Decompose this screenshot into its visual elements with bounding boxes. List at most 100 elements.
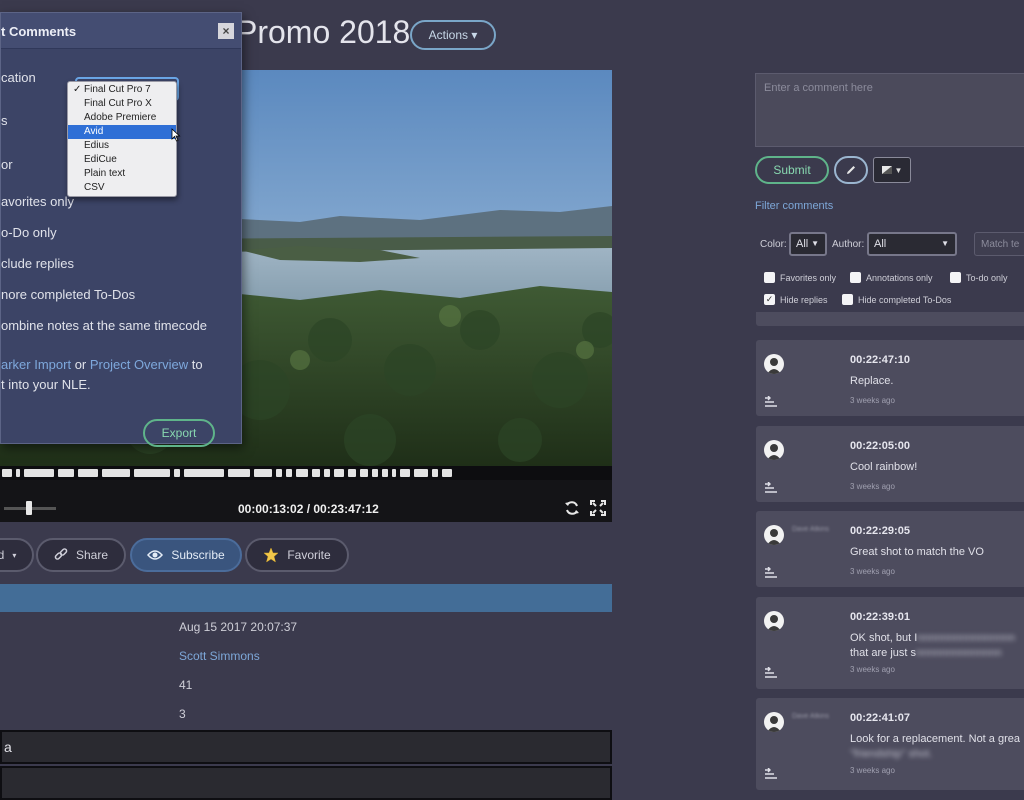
favorites-only-checkbox[interactable] bbox=[764, 272, 775, 283]
format-option-selected[interactable]: Avid bbox=[68, 125, 176, 139]
comment-timecode[interactable]: 00:22:05:00 bbox=[850, 440, 910, 452]
eye-icon bbox=[147, 550, 164, 560]
comment-marker[interactable] bbox=[324, 469, 330, 477]
comment-marker-strip[interactable] bbox=[0, 466, 612, 480]
favorite-button[interactable]: Favorite bbox=[245, 538, 349, 572]
reply-icon[interactable] bbox=[764, 768, 778, 780]
option-combine-notes[interactable]: ombine notes at the same timecode bbox=[1, 318, 207, 333]
help-text: arker Import or Project Overview to bbox=[1, 357, 203, 372]
comment-card[interactable]: 00:22:39:01 OK shot, but Innnnnnnnnnnnnn… bbox=[756, 597, 1024, 689]
comment-timecode[interactable]: 00:22:47:10 bbox=[850, 354, 910, 366]
comment-marker[interactable] bbox=[58, 469, 74, 477]
comment-marker[interactable] bbox=[296, 469, 308, 477]
format-option[interactable]: Plain text bbox=[68, 167, 176, 181]
hide-completed-checkbox[interactable] bbox=[842, 294, 853, 305]
export-button[interactable]: Export bbox=[143, 419, 215, 447]
comment-marker[interactable] bbox=[400, 469, 410, 477]
comment-age: 3 weeks ago bbox=[850, 396, 895, 405]
star-icon bbox=[263, 547, 279, 563]
option-todo-only[interactable]: o-Do only bbox=[1, 225, 57, 240]
comment-card[interactable]: 00:22:47:10 Replace. 3 weeks ago bbox=[756, 340, 1024, 416]
detail-count-1: 41 bbox=[179, 678, 193, 692]
actions-button[interactable]: Actions ▾ bbox=[410, 20, 496, 50]
option-favorites-only[interactable]: avorites only bbox=[1, 194, 74, 209]
pencil-icon bbox=[847, 166, 855, 174]
dialog-title: t Comments bbox=[1, 24, 77, 39]
comment-marker[interactable] bbox=[372, 469, 378, 477]
comment-text: Great shot to match the VO bbox=[850, 546, 984, 558]
comment-card[interactable]: 00:22:05:00 Cool rainbow! 3 weeks ago bbox=[756, 426, 1024, 502]
close-icon[interactable]: × bbox=[218, 23, 234, 39]
comment-marker[interactable] bbox=[334, 469, 344, 477]
comment-marker[interactable] bbox=[254, 469, 272, 477]
subscribe-label: Subscribe bbox=[171, 548, 225, 562]
comment-card[interactable]: Dave Atkins 00:22:29:05 Great shot to ma… bbox=[756, 511, 1024, 587]
author-filter-select[interactable]: All ▼ bbox=[867, 232, 957, 256]
filter-comments-link[interactable]: Filter comments bbox=[755, 200, 833, 212]
submit-button[interactable]: Submit bbox=[755, 156, 829, 184]
reply-icon[interactable] bbox=[764, 667, 778, 679]
comment-timecode[interactable]: 00:22:39:01 bbox=[850, 611, 910, 623]
dialog-label-2: s bbox=[1, 113, 8, 128]
reply-icon[interactable] bbox=[764, 396, 778, 408]
format-option[interactable]: Final Cut Pro X bbox=[68, 97, 176, 111]
annotate-button[interactable] bbox=[834, 156, 868, 184]
comment-marker[interactable] bbox=[102, 469, 130, 477]
fullscreen-icon[interactable] bbox=[590, 500, 606, 516]
project-overview-link[interactable]: Project Overview bbox=[90, 357, 188, 372]
comment-input[interactable]: Enter a comment here bbox=[755, 73, 1024, 147]
comment-marker[interactable] bbox=[392, 469, 396, 477]
comment-card[interactable]: Dave Atkins 00:22:41:07 Look for a repla… bbox=[756, 698, 1024, 790]
comment-marker[interactable] bbox=[360, 469, 368, 477]
comment-marker[interactable] bbox=[432, 469, 438, 477]
comment-marker[interactable] bbox=[78, 469, 98, 477]
comment-text: Replace. bbox=[850, 375, 894, 387]
format-option[interactable]: ✓ Final Cut Pro 7 bbox=[68, 83, 176, 97]
user-icon bbox=[767, 716, 781, 732]
comment-marker[interactable] bbox=[286, 469, 292, 477]
comment-marker[interactable] bbox=[382, 469, 388, 477]
volume-handle[interactable] bbox=[26, 501, 32, 515]
comment-marker[interactable] bbox=[312, 469, 320, 477]
comment-marker[interactable] bbox=[348, 469, 356, 477]
comment-marker[interactable] bbox=[2, 469, 12, 477]
player-controls: 00:00:13:02 / 00:23:47:12 bbox=[0, 480, 612, 522]
format-option[interactable]: Edius bbox=[68, 139, 176, 153]
comment-timecode[interactable]: 00:22:41:07 bbox=[850, 712, 910, 724]
color-filter-select[interactable]: All ▼ bbox=[789, 232, 827, 256]
comment-marker[interactable] bbox=[134, 469, 170, 477]
comment-marker[interactable] bbox=[174, 469, 180, 477]
loop-icon[interactable] bbox=[564, 500, 580, 516]
color-picker-button[interactable]: ▼ bbox=[873, 157, 911, 183]
export-comments-dialog: t Comments × cation s or avorites only o… bbox=[0, 12, 242, 447]
comment-marker[interactable] bbox=[16, 469, 20, 477]
format-option[interactable]: CSV bbox=[68, 181, 176, 195]
share-button[interactable]: Share bbox=[36, 538, 126, 572]
comment-marker[interactable] bbox=[414, 469, 428, 477]
hide-replies-checkbox[interactable]: ✓ bbox=[764, 294, 775, 305]
format-option[interactable]: Adobe Premiere bbox=[68, 111, 176, 125]
format-option[interactable]: EdiCue bbox=[68, 153, 176, 167]
reply-icon[interactable] bbox=[764, 482, 778, 494]
text-field-2[interactable] bbox=[0, 766, 612, 800]
reply-icon[interactable] bbox=[764, 567, 778, 579]
comment-marker[interactable] bbox=[228, 469, 250, 477]
match-text-input[interactable]: Match te bbox=[974, 232, 1024, 256]
hide-replies-label: Hide replies bbox=[780, 295, 828, 305]
todo-only-checkbox[interactable] bbox=[950, 272, 961, 283]
text-field-1[interactable]: a bbox=[0, 730, 612, 764]
comment-marker[interactable] bbox=[24, 469, 54, 477]
comment-timecode[interactable]: 00:22:29:05 bbox=[850, 525, 910, 537]
option-ignore-completed[interactable]: nore completed To-Dos bbox=[1, 287, 135, 302]
user-icon bbox=[767, 529, 781, 545]
comment-marker[interactable] bbox=[442, 469, 452, 477]
chevron-down-icon: ▼ bbox=[811, 239, 819, 248]
owner-link[interactable]: Scott Simmons bbox=[179, 649, 260, 663]
option-include-replies[interactable]: clude replies bbox=[1, 256, 74, 271]
annotations-only-checkbox[interactable] bbox=[850, 272, 861, 283]
subscribe-button[interactable]: Subscribe bbox=[130, 538, 242, 572]
download-button[interactable]: d ▾ bbox=[0, 538, 34, 572]
marker-import-link[interactable]: arker Import bbox=[1, 357, 71, 372]
comment-marker[interactable] bbox=[184, 469, 224, 477]
comment-marker[interactable] bbox=[276, 469, 282, 477]
